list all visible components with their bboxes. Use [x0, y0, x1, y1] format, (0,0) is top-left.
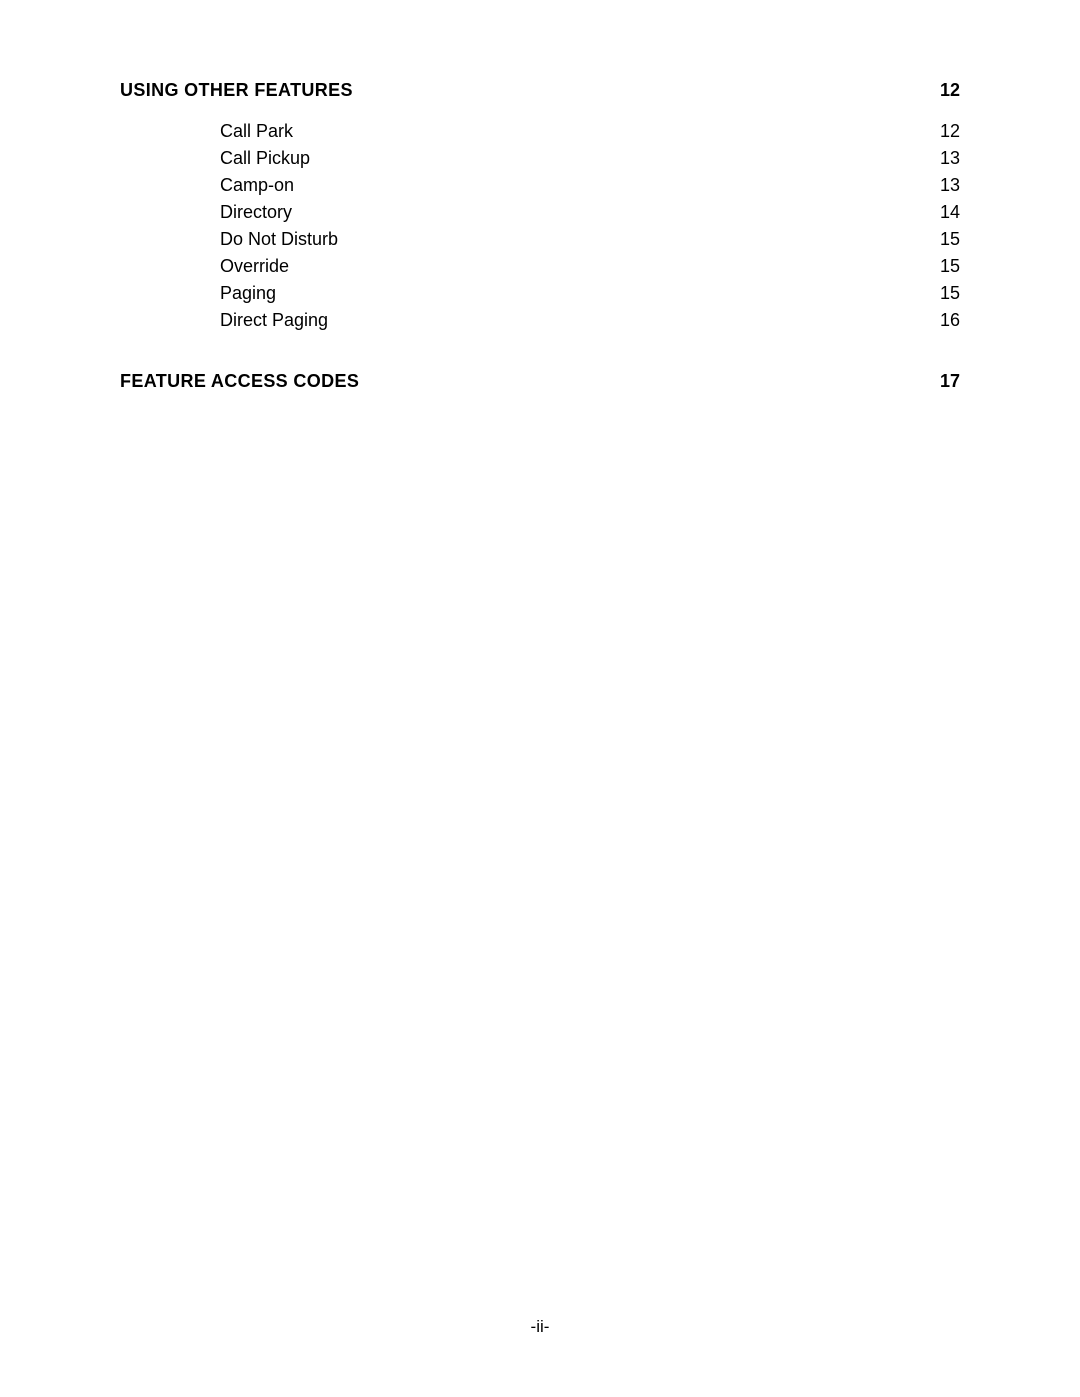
toc-item-page: 14 [940, 202, 960, 223]
footer-text: -ii- [531, 1317, 550, 1336]
toc-item-label: Camp-on [120, 175, 294, 196]
toc-section-feature-access-codes: FEATURE ACCESS CODES 17 [120, 371, 960, 392]
toc-item-page: 13 [940, 175, 960, 196]
page-content: USING OTHER FEATURES 12 Call Park 12 Call Pi… [0, 0, 1080, 512]
toc-item-page: 16 [940, 310, 960, 331]
toc-row: Directory 14 [120, 202, 960, 223]
toc-item-label: Call Park [120, 121, 293, 142]
toc-row: Paging 15 [120, 283, 960, 304]
toc-row: Do Not Disturb 15 [120, 229, 960, 250]
toc-item-label: Paging [120, 283, 276, 304]
toc-item-label: Call Pickup [120, 148, 310, 169]
toc-heading-label-using-other-features: USING OTHER FEATURES [120, 80, 353, 101]
toc-item-label: Override [120, 256, 289, 277]
toc-section-using-other-features: USING OTHER FEATURES 12 Call Park 12 Call Pi… [120, 80, 960, 331]
toc-row: Override 15 [120, 256, 960, 277]
toc-item-page: 13 [940, 148, 960, 169]
toc-row: Camp-on 13 [120, 175, 960, 196]
toc-item-label: Direct Paging [120, 310, 328, 331]
toc-item-page: 15 [940, 256, 960, 277]
toc-heading-label-feature-access-codes: FEATURE ACCESS CODES [120, 371, 359, 392]
toc-item-page: 12 [940, 121, 960, 142]
toc-item-page: 15 [940, 283, 960, 304]
toc-item-label: Directory [120, 202, 292, 223]
page-footer: -ii- [0, 1317, 1080, 1337]
toc-heading-page-using-other-features: 12 [940, 80, 960, 101]
toc-heading-row-feature-access-codes: FEATURE ACCESS CODES 17 [120, 371, 960, 392]
toc-row: Call Park 12 [120, 121, 960, 142]
toc-item-page: 15 [940, 229, 960, 250]
toc-item-label: Do Not Disturb [120, 229, 338, 250]
toc-row: Call Pickup 13 [120, 148, 960, 169]
toc-row: Direct Paging 16 [120, 310, 960, 331]
toc-heading-page-feature-access-codes: 17 [940, 371, 960, 392]
toc-heading-row-using-other-features: USING OTHER FEATURES 12 [120, 80, 960, 101]
